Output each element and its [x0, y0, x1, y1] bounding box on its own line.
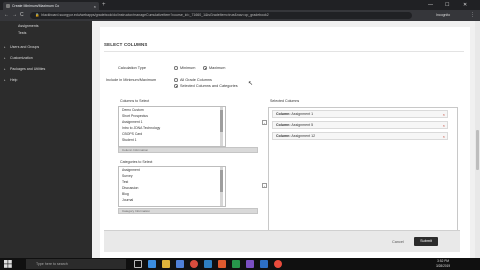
form-action-bar: [104, 230, 460, 252]
tab-close-icon[interactable]: ×: [94, 4, 96, 9]
radio-minimum[interactable]: [174, 66, 178, 70]
chevron-right-icon: ▸: [4, 78, 6, 82]
selected-column-row[interactable]: Column: Assignment 1 ×: [272, 110, 448, 118]
outlook-icon[interactable]: [260, 260, 268, 268]
list-item[interactable]: Assignment 1: [122, 120, 143, 124]
submit-button[interactable]: Submit: [414, 237, 438, 246]
chevron-right-icon: ▸: [4, 45, 6, 49]
tab-title: Create Minimum/Maximum Co: [12, 4, 60, 8]
radio-maximum-label: Maximum: [209, 66, 226, 70]
categories-list-scroll-thumb[interactable]: [220, 170, 223, 192]
list-item[interactable]: Journal: [122, 198, 133, 202]
columns-to-select-label: Columns to Select: [120, 99, 150, 103]
sidebar-item-packages-and-utilities[interactable]: Packages and Utilities: [10, 67, 45, 71]
row-prefix: Column:: [276, 134, 291, 138]
list-item[interactable]: Intro to JDNA Technology: [122, 126, 160, 130]
radio-selected-columns[interactable]: [174, 84, 178, 88]
clock-time: 3:52 PM: [437, 259, 450, 263]
radio-maximum[interactable]: [203, 66, 207, 70]
sidebar-item-customization[interactable]: Customization: [10, 56, 33, 60]
row-name: Assignment 5: [291, 123, 314, 127]
include-label: Include in Minimum/Maximum: [106, 78, 157, 82]
radio-all-grade-columns-label: All Grade Columns: [180, 78, 212, 82]
column-information-bar: Column Information: [118, 147, 258, 153]
favicon-icon: [6, 4, 10, 8]
list-item[interactable]: Survey: [122, 174, 133, 178]
url-text: blackboard.suorgyor.edu/webapps/gradeboo…: [41, 13, 269, 17]
chevron-right-icon: ▸: [4, 56, 6, 60]
columns-list-scroll-thumb[interactable]: [220, 110, 223, 132]
sidebar-subitem-assignments[interactable]: Assignments: [18, 24, 39, 28]
excel-icon[interactable]: [232, 260, 240, 268]
incognito-label: Incognito: [436, 13, 451, 17]
minimize-button[interactable]: —: [428, 0, 433, 10]
list-item[interactable]: CBOPS Card: [122, 132, 142, 136]
list-item[interactable]: Short Prospectus: [122, 114, 148, 118]
onenote-icon[interactable]: [246, 260, 254, 268]
cancel-button[interactable]: Cancel: [392, 240, 404, 244]
browser-tab[interactable]: Create Minimum/Maximum Co ×: [3, 2, 99, 10]
address-bar[interactable]: 🔒 blackboard.suorgyor.edu/webapps/gradebo…: [30, 12, 412, 19]
list-item[interactable]: Student 1: [122, 138, 137, 142]
powerpoint-icon[interactable]: [218, 260, 226, 268]
row-prefix: Column:: [276, 112, 291, 116]
chrome-icon[interactable]: [190, 260, 198, 268]
word-icon[interactable]: [204, 260, 212, 268]
close-window-button[interactable]: ✕: [463, 0, 467, 10]
move-categories-button[interactable]: ›: [262, 183, 267, 188]
page-scrollbar-thumb[interactable]: [476, 130, 479, 170]
categories-to-select-label: Categories to Select: [120, 160, 153, 164]
forward-button[interactable]: →: [12, 12, 17, 18]
radio-selected-columns-label: Selected Columns and Categories: [180, 84, 238, 88]
category-information-bar: Category Information: [118, 208, 258, 214]
selected-columns-label: Selected Columns: [270, 99, 300, 103]
section-divider: [104, 51, 464, 52]
move-columns-button[interactable]: ›: [262, 120, 267, 125]
columns-listbox[interactable]: Demo Custom Short Prospectus Assignment …: [118, 106, 226, 147]
clock[interactable]: 3:52 PM 3/28/2019: [436, 259, 450, 268]
sidebar-item-help[interactable]: Help: [10, 78, 17, 82]
row-name: Assignment 12: [291, 134, 316, 138]
taskbar-search-input[interactable]: Type here to search: [26, 259, 126, 269]
sidebar-subitem-tests[interactable]: Tests: [18, 31, 26, 35]
calculation-type-label: Calculation Type: [118, 66, 147, 70]
store-icon[interactable]: [176, 260, 184, 268]
browser-menu-icon[interactable]: ⋮: [470, 12, 475, 18]
radio-minimum-label: Minimum: [180, 66, 196, 70]
windows-start-icon[interactable]: [4, 260, 12, 268]
record-icon[interactable]: [274, 260, 282, 268]
row-name: Assignment 1: [291, 112, 314, 116]
new-tab-button[interactable]: +: [102, 2, 106, 8]
radio-all-grade-columns[interactable]: [174, 78, 178, 82]
edge-icon[interactable]: [148, 260, 156, 268]
clock-date: 3/28/2019: [436, 263, 451, 268]
lock-icon: 🔒: [35, 13, 40, 17]
section-title: SELECT COLUMNS: [104, 42, 148, 47]
mouse-cursor-icon: ↖: [248, 81, 254, 87]
list-item[interactable]: Discussion: [122, 186, 138, 190]
row-prefix: Column:: [276, 123, 291, 127]
list-item[interactable]: Test: [122, 180, 128, 184]
file-explorer-icon[interactable]: [162, 260, 170, 268]
chevron-right-icon: ▸: [4, 67, 6, 71]
list-item[interactable]: Demo Custom: [122, 108, 144, 112]
selected-column-row[interactable]: Column: Assignment 12 ×: [272, 132, 448, 140]
reload-button[interactable]: C: [20, 12, 24, 18]
sidebar-item-users-and-groups[interactable]: Users and Groups: [10, 45, 39, 49]
task-view-icon[interactable]: [134, 260, 142, 268]
remove-icon[interactable]: ×: [443, 133, 445, 140]
back-button[interactable]: ←: [4, 12, 9, 18]
remove-icon[interactable]: ×: [443, 111, 445, 118]
list-item[interactable]: Blog: [122, 192, 129, 196]
categories-listbox[interactable]: Assignment Survey Test Discussion Blog J…: [118, 166, 226, 207]
remove-icon[interactable]: ×: [443, 122, 445, 129]
maximize-button[interactable]: ☐: [445, 0, 449, 10]
list-item[interactable]: Assignment: [122, 168, 140, 172]
selected-column-row[interactable]: Column: Assignment 5 ×: [272, 121, 448, 129]
